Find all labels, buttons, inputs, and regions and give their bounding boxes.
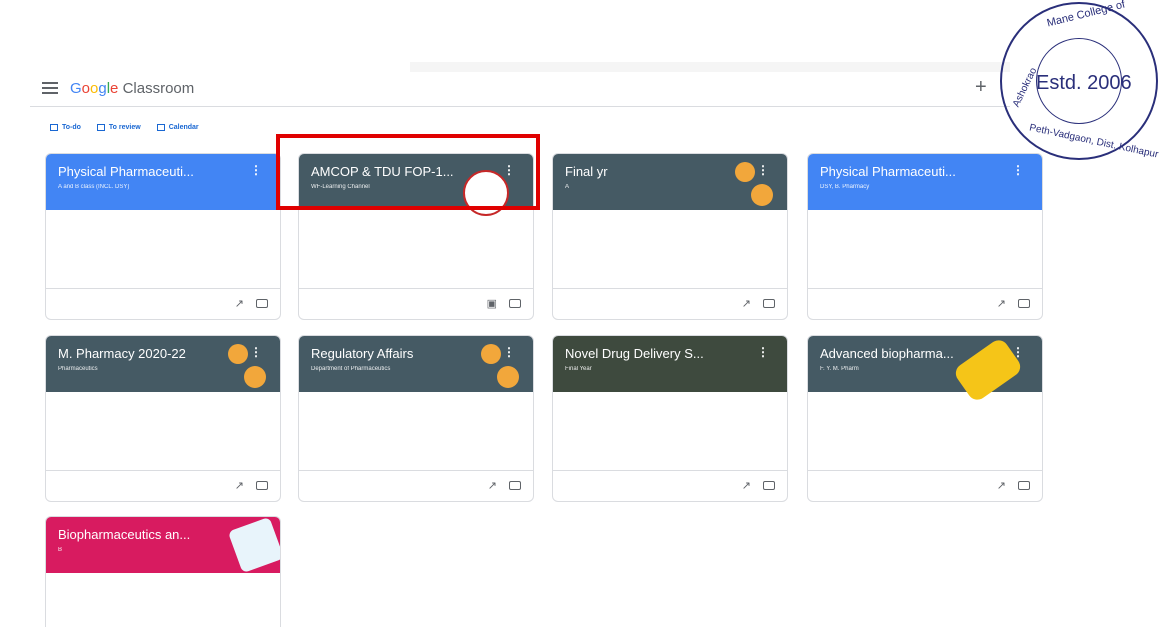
card-subtitle: DSY, B. Pharmacy	[820, 184, 870, 190]
folder-icon[interactable]	[763, 299, 775, 308]
review-link[interactable]: To review	[96, 124, 141, 131]
card-body	[46, 210, 280, 288]
coin-icon	[228, 344, 248, 364]
class-card[interactable]: Advanced biopharma... F. Y. M. Pharm ⋮ ↗	[807, 335, 1043, 502]
card-header[interactable]: Physical Pharmaceuti... A and B class (I…	[46, 154, 280, 210]
review-label: To review	[108, 124, 141, 131]
card-body	[299, 210, 533, 288]
calendar-link[interactable]: Calendar	[156, 124, 199, 131]
card-header[interactable]: Advanced biopharma... F. Y. M. Pharm ⋮	[808, 336, 1042, 404]
class-card[interactable]: M. Pharmacy 2020-22 Pharmaceutics ⋮ ↗	[45, 335, 281, 502]
todo-icon	[50, 124, 58, 131]
card-header[interactable]: M. Pharmacy 2020-22 Pharmaceutics ⋮	[46, 336, 280, 392]
card-footer: ↗	[46, 470, 280, 501]
more-options-icon[interactable]: ⋮	[757, 163, 769, 177]
card-body	[299, 392, 533, 470]
class-card[interactable]: Physical Pharmaceuti... A and B class (I…	[45, 153, 281, 320]
card-body	[553, 210, 787, 288]
folder-icon[interactable]	[256, 299, 268, 308]
card-title[interactable]: Advanced biopharma...	[820, 346, 954, 361]
trend-icon[interactable]: ↗	[742, 297, 751, 310]
folder-icon[interactable]	[509, 299, 521, 308]
folder-icon[interactable]	[509, 481, 521, 490]
folder-icon[interactable]	[256, 481, 268, 490]
class-card[interactable]: Novel Drug Delivery S... Final Year ⋮ ↗	[552, 335, 788, 502]
card-title[interactable]: Physical Pharmaceuti...	[820, 164, 956, 179]
card-title[interactable]: M. Pharmacy 2020-22	[58, 346, 186, 361]
coin-icon	[751, 184, 773, 206]
app-header: Google Classroom +	[30, 74, 1010, 107]
trend-icon[interactable]: ↗	[997, 479, 1006, 492]
card-footer: ↗	[46, 288, 280, 319]
card-body	[808, 210, 1042, 288]
class-card[interactable]: Final yr A ⋮ ↗	[552, 153, 788, 320]
stamp-center-text: Estd. 2006	[1036, 72, 1132, 94]
coin-icon	[481, 344, 501, 364]
menu-icon[interactable]	[42, 82, 58, 94]
card-header[interactable]: Biopharmaceutics an... B	[46, 517, 280, 574]
trend-icon[interactable]: ↗	[488, 479, 497, 492]
class-card[interactable]: Physical Pharmaceuti... DSY, B. Pharmacy…	[807, 153, 1043, 320]
card-subtitle: A	[565, 184, 570, 190]
card-subtitle: A and B class (INCL. DSY)	[58, 184, 130, 190]
folder-icon[interactable]	[763, 481, 775, 490]
card-subtitle: Final Year	[565, 366, 592, 372]
todo-link[interactable]: To-do	[50, 124, 81, 131]
card-subtitle: Department of Pharmaceutics	[311, 366, 391, 372]
card-header[interactable]: Regulatory Affairs Department of Pharmac…	[299, 336, 533, 392]
add-class-button[interactable]: +	[975, 76, 987, 99]
folder-icon[interactable]	[1018, 299, 1030, 308]
calendar-label: Calendar	[168, 124, 199, 131]
trend-icon[interactable]: ↗	[997, 297, 1006, 310]
faint-browser-bar	[410, 62, 1010, 72]
more-options-icon[interactable]: ⋮	[503, 345, 515, 359]
card-body	[808, 392, 1042, 470]
folder-icon[interactable]	[1018, 481, 1030, 490]
trend-icon[interactable]: ↗	[742, 479, 751, 492]
card-header[interactable]: Final yr A ⋮	[553, 154, 787, 210]
card-body	[553, 392, 787, 470]
more-options-icon[interactable]: ⋮	[757, 345, 769, 359]
class-card[interactable]: Regulatory Affairs Department of Pharmac…	[298, 335, 534, 502]
card-footer: ▣	[299, 288, 533, 319]
card-footer: ↗	[808, 470, 1042, 501]
card-body	[46, 392, 280, 470]
coin-icon	[497, 366, 519, 388]
logo-classroom: Classroom	[122, 80, 195, 97]
card-header[interactable]: Physical Pharmaceuti... DSY, B. Pharmacy…	[808, 154, 1042, 210]
flask-icon	[227, 517, 280, 574]
card-title[interactable]: Novel Drug Delivery S...	[565, 346, 704, 361]
trend-icon[interactable]: ↗	[235, 479, 244, 492]
card-title[interactable]: Physical Pharmaceuti...	[58, 164, 194, 179]
more-options-icon[interactable]: ⋮	[250, 345, 262, 359]
review-icon	[96, 124, 105, 131]
assignment-icon[interactable]: ▣	[487, 297, 497, 310]
more-options-icon[interactable]: ⋮	[1012, 163, 1024, 177]
card-footer: ↗	[553, 470, 787, 501]
card-body	[46, 573, 280, 627]
coin-icon	[244, 366, 266, 388]
subnav: To-do To review Calendar	[50, 124, 199, 131]
card-title[interactable]: Regulatory Affairs	[311, 346, 413, 361]
app-logo[interactable]: Google Classroom	[70, 80, 194, 97]
card-subtitle: B	[58, 547, 63, 553]
card-subtitle: Pharmaceutics	[58, 366, 98, 372]
highlight-box	[276, 134, 540, 210]
card-footer: ↗	[299, 470, 533, 501]
card-header[interactable]: Novel Drug Delivery S... Final Year ⋮	[553, 336, 787, 392]
more-options-icon[interactable]: ⋮	[250, 163, 262, 177]
card-title[interactable]: Biopharmaceutics an...	[58, 527, 190, 542]
trend-icon[interactable]: ↗	[235, 297, 244, 310]
card-subtitle: F. Y. M. Pharm	[820, 366, 859, 372]
card-footer: ↗	[808, 288, 1042, 319]
class-card[interactable]: Biopharmaceutics an... B	[45, 516, 281, 627]
calendar-icon	[156, 124, 165, 131]
coin-icon	[735, 162, 755, 182]
logo-google: Google	[70, 80, 119, 97]
todo-label: To-do	[62, 124, 81, 131]
card-footer: ↗	[553, 288, 787, 319]
card-title[interactable]: Final yr	[565, 164, 608, 179]
